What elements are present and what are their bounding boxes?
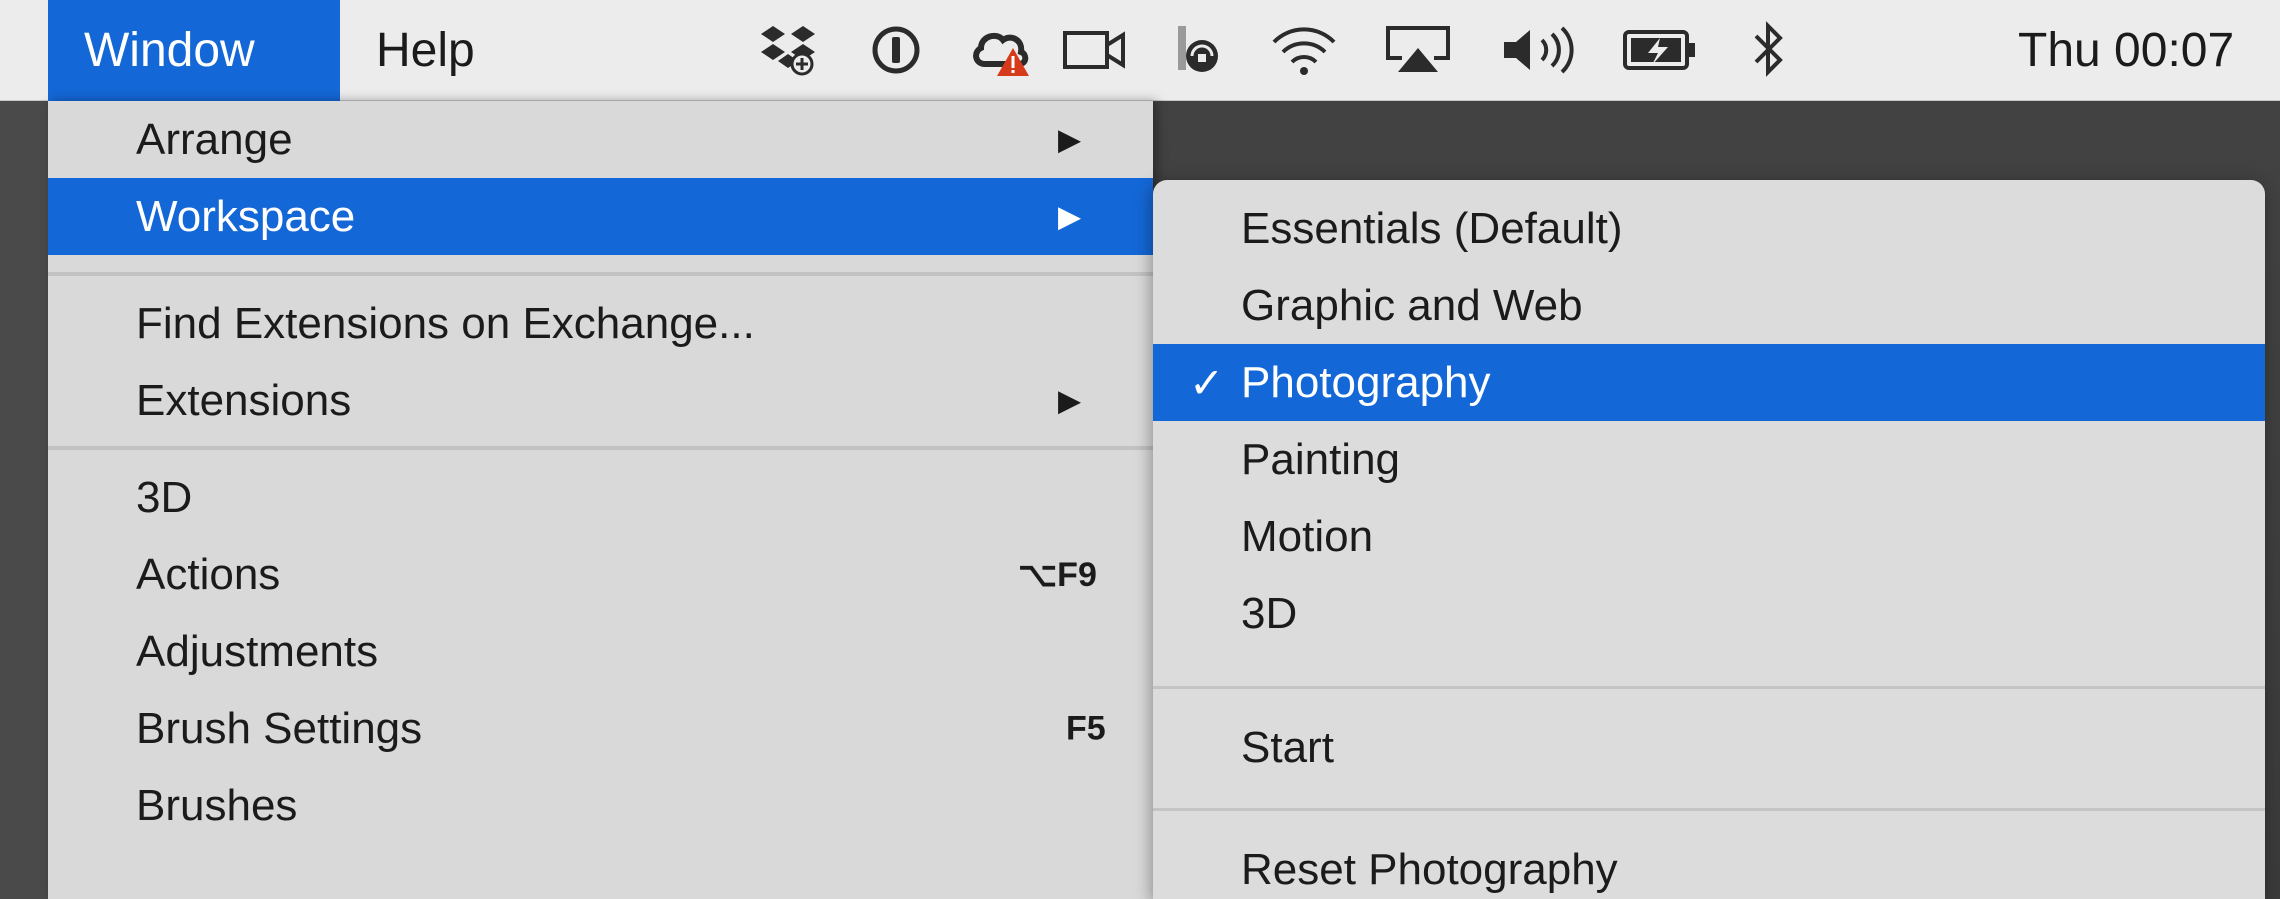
menu-item-label: Brush Settings [136,703,423,753]
battery-icon[interactable] [1620,20,1700,80]
menu-separator [1153,808,2265,811]
menu-item-label: Arrange [136,114,293,164]
workspace-item-graphic-and-web[interactable]: Graphic and Web [1153,267,2265,344]
workspace-item-label: 3D [1241,588,1298,638]
workspace-submenu: Essentials (Default) Graphic and Web ✓ P… [1153,180,2265,899]
submenu-arrow-icon: ▶ [1058,123,1082,156]
menu-item-arrange[interactable]: Arrange ▶ [48,101,1153,178]
dropbox-icon[interactable] [756,20,820,80]
window-menu: Arrange ▶ Workspace ▶ Find Extensions on… [48,101,1153,899]
camera-icon[interactable] [1060,20,1130,80]
bluetooth-icon[interactable] [1740,20,1796,80]
menu-separator [1153,686,2265,689]
menu-item-brushes[interactable]: Brushes [48,767,1153,844]
menu-item-label: Workspace [136,191,356,241]
menu-item-label: Extensions [136,375,352,425]
menu-item-label: Actions [136,549,281,599]
workspace-item-label: Reset Photography [1241,844,1618,894]
menu-item-actions[interactable]: Actions ⌥F9 [48,536,1153,613]
menu-item-label: 3D [136,472,193,522]
workspace-item-photography[interactable]: ✓ Photography [1153,344,2265,421]
workspace-item-label: Photography [1241,357,1491,407]
app-window-edge [0,101,48,899]
clock[interactable]: Thu 00:07 [2018,0,2234,101]
menu-item-shortcut: F5 [1066,709,1106,747]
menu-item-3d[interactable]: 3D [48,459,1153,536]
submenu-arrow-icon: ▶ [1058,200,1082,233]
menu-bar: Window Help Thu 00:07 [0,0,2280,101]
airplay-icon[interactable] [1380,20,1456,80]
menu-item-label: Find Extensions on Exchange... [136,298,755,348]
workspace-item-label: Motion [1241,511,1374,561]
volume-icon[interactable] [1496,20,1586,80]
workspace-item-motion[interactable]: Motion [1153,498,2265,575]
submenu-arrow-icon: ▶ [1058,384,1082,417]
workspace-item-painting[interactable]: Painting [1153,421,2265,498]
workspace-item-reset-photography[interactable]: Reset Photography [1153,831,2265,899]
workspace-item-label: Graphic and Web [1241,280,1583,330]
menu-item-workspace[interactable]: Workspace ▶ [48,178,1153,255]
1password-icon[interactable] [868,20,924,80]
workspace-item-essentials[interactable]: Essentials (Default) [1153,190,2265,267]
workspace-item-label: Essentials (Default) [1241,203,1623,253]
menu-separator [48,272,1153,276]
menu-item-label: Brushes [136,780,298,830]
workspace-item-label: Start [1241,722,1334,772]
wifi-icon[interactable] [1266,20,1342,80]
menu-item-label: Adjustments [136,626,379,676]
workspace-item-label: Painting [1241,434,1401,484]
creative-cloud-icon[interactable] [968,20,1034,80]
menu-separator [48,446,1153,450]
menu-item-adjustments[interactable]: Adjustments [48,613,1153,690]
workspace-item-3d[interactable]: 3D [1153,575,2265,652]
backblaze-icon[interactable] [1170,20,1230,80]
menu-item-extensions[interactable]: Extensions ▶ [48,362,1153,439]
menu-help[interactable]: Help [340,0,530,101]
workspace-item-start[interactable]: Start [1153,709,2265,786]
menu-item-find-extensions[interactable]: Find Extensions on Exchange... [48,285,1153,362]
checkmark-icon: ✓ [1189,359,1225,406]
menu-window[interactable]: Window [48,0,340,101]
menu-item-brush-settings[interactable]: Brush Settings F5 [48,690,1153,767]
menu-item-shortcut: ⌥F9 [1018,555,1097,594]
